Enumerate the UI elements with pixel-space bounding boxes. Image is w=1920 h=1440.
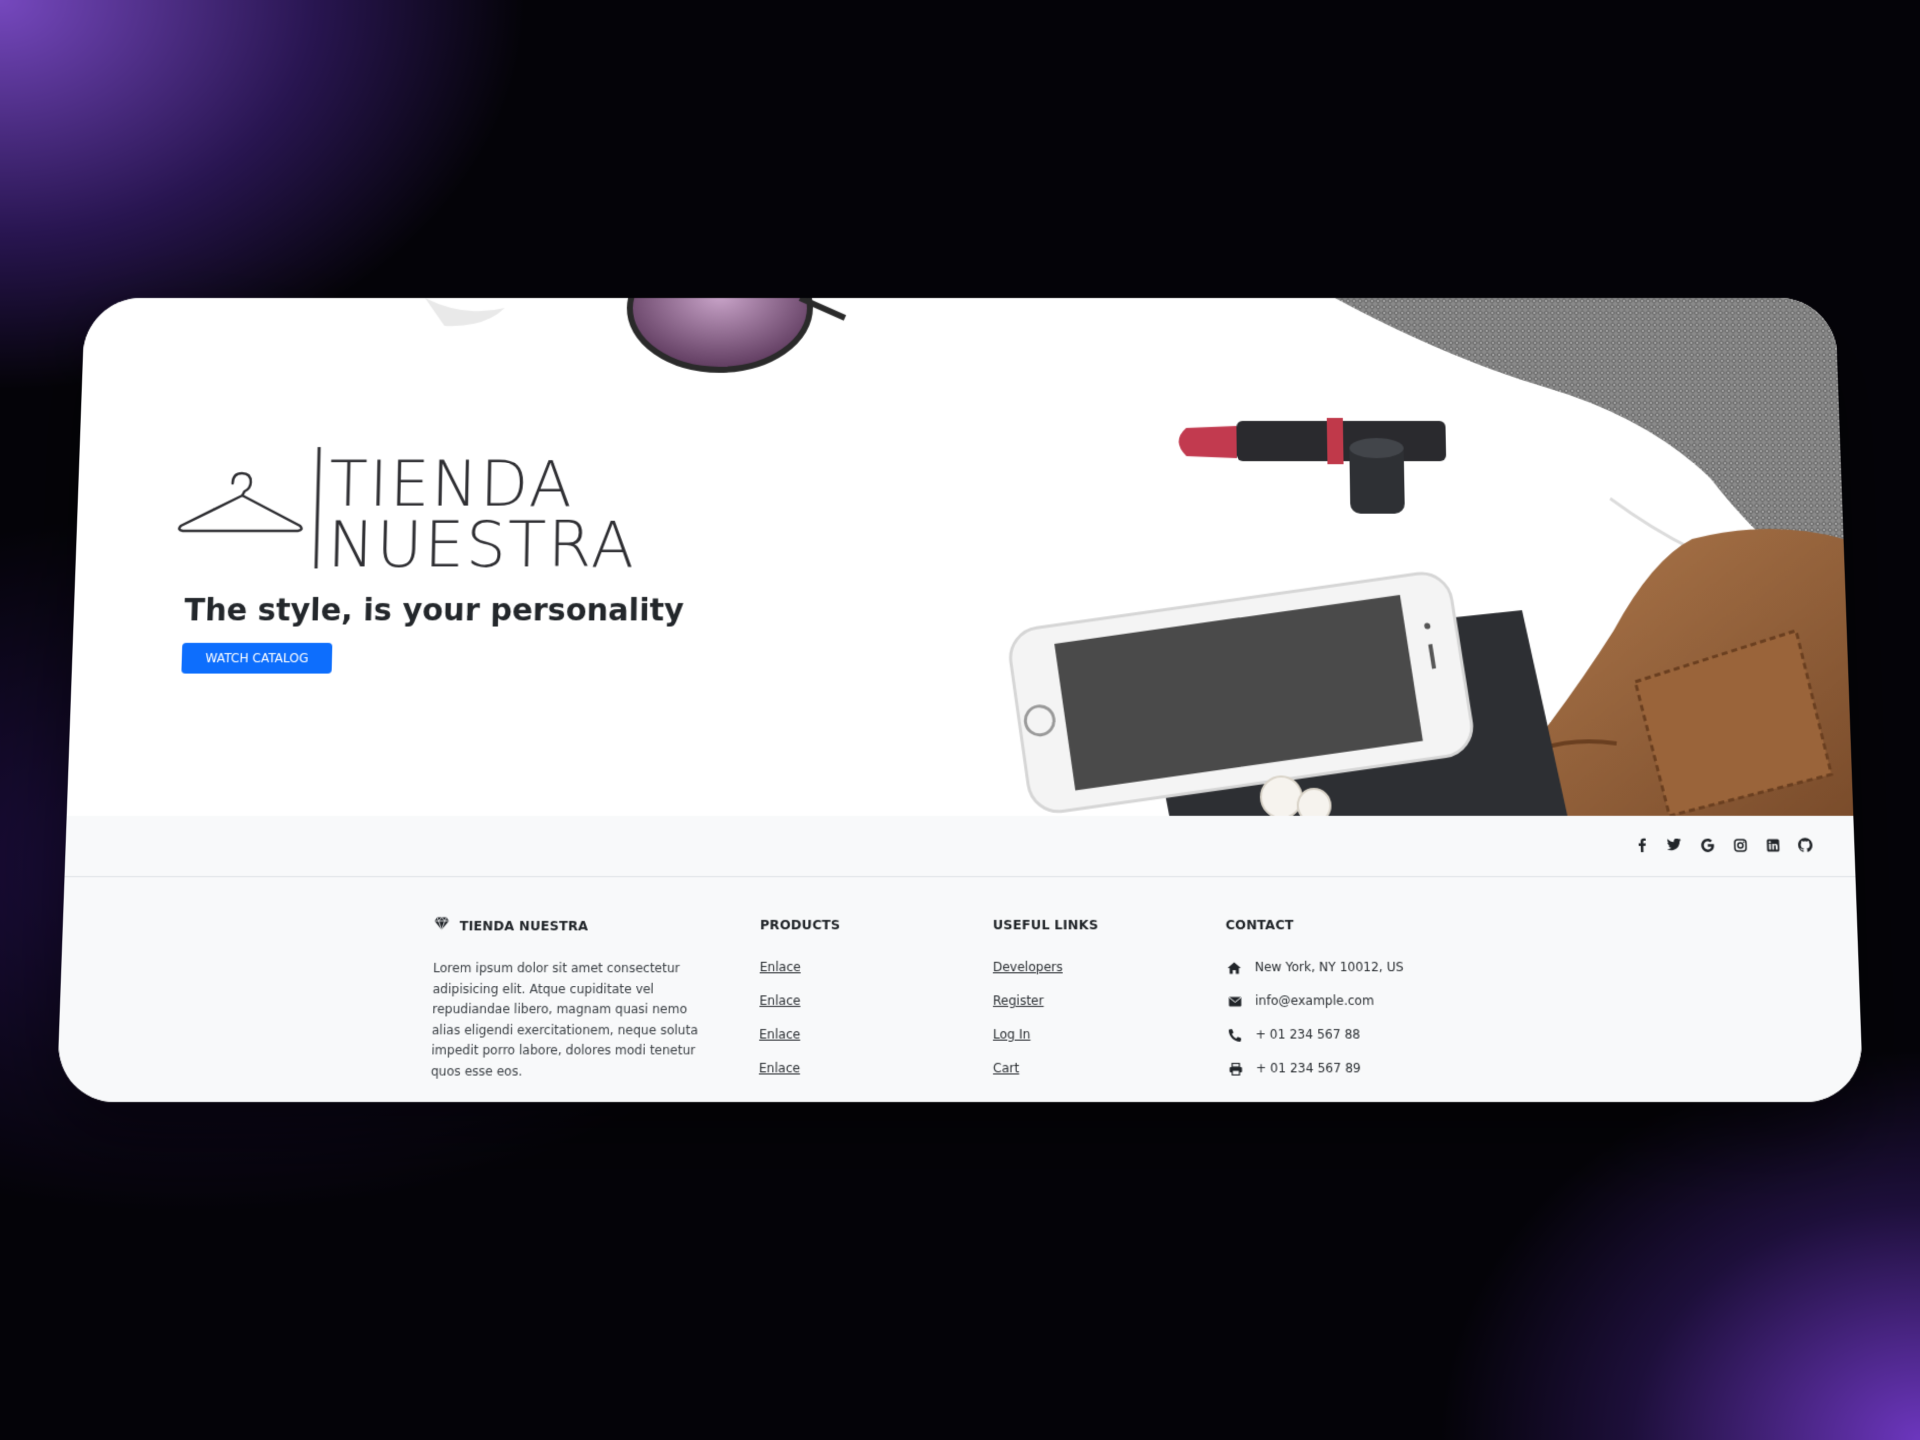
- products-link-1[interactable]: Enlace: [760, 958, 840, 978]
- contact-email: info@example.com: [1226, 991, 1404, 1011]
- footer-brand-heading: TIENDA NUESTRA: [434, 917, 703, 934]
- products-link-2[interactable]: Enlace: [759, 991, 840, 1011]
- cart-link[interactable]: Cart: [993, 1059, 1099, 1079]
- login-link[interactable]: Log In: [993, 1025, 1099, 1045]
- developers-link[interactable]: Developers: [993, 958, 1099, 978]
- github-icon[interactable]: [1797, 837, 1814, 854]
- instagram-icon[interactable]: [1731, 837, 1748, 854]
- twitter-icon[interactable]: [1666, 837, 1683, 854]
- social-icons: [1633, 837, 1813, 854]
- contact-fax-text: + 01 234 567 89: [1255, 1060, 1361, 1076]
- google-icon[interactable]: [1699, 837, 1716, 854]
- footer-useful-links-column: USEFUL LINKS Developers Register Log In …: [993, 917, 1099, 1093]
- hero-tagline: The style, is your personality: [183, 592, 685, 629]
- contact-address: New York, NY 10012, US: [1226, 958, 1404, 978]
- footer-about-text: Lorem ipsum dolor sit amet consectetur a…: [430, 960, 699, 1079]
- products-link-3[interactable]: Enlace: [759, 1025, 840, 1045]
- footer-brand-name: TIENDA NUESTRA: [459, 917, 589, 933]
- envelope-icon: [1226, 996, 1243, 1007]
- social-bar: [64, 815, 1856, 878]
- linkedin-icon[interactable]: [1764, 837, 1781, 854]
- hero-section: TIENDA NUESTRA The style, is your person…: [66, 298, 1854, 816]
- gem-icon: [434, 917, 450, 934]
- site-footer: TIENDA NUESTRA Lorem ipsum dolor sit ame…: [56, 877, 1864, 1103]
- hanger-icon: [179, 473, 303, 531]
- watch-catalog-button[interactable]: WATCH CATALOG: [181, 642, 333, 674]
- contact-address-text: New York, NY 10012, US: [1254, 959, 1404, 975]
- footer-about-column: TIENDA NUESTRA Lorem ipsum dolor sit ame…: [431, 917, 703, 1082]
- website-card: TIENDA NUESTRA The style, is your person…: [56, 298, 1864, 1103]
- products-link-4[interactable]: Enlace: [759, 1059, 840, 1079]
- printer-icon: [1227, 1062, 1244, 1075]
- register-link[interactable]: Register: [993, 991, 1099, 1011]
- contact-phone: + 01 234 567 88: [1227, 1025, 1405, 1045]
- products-heading: PRODUCTS: [759, 916, 841, 933]
- footer-contact-column: CONTACT New York, NY 10012, US info@exam…: [1225, 917, 1405, 1093]
- contact-email-text[interactable]: info@example.com: [1255, 991, 1374, 1011]
- contact-fax: + 01 234 567 89: [1227, 1059, 1406, 1079]
- contact-heading: CONTACT: [1225, 916, 1294, 933]
- contact-phone-text: + 01 234 567 88: [1255, 1026, 1361, 1042]
- useful-links-heading: USEFUL LINKS: [992, 916, 1099, 933]
- home-icon: [1226, 961, 1243, 974]
- phone-icon: [1227, 1028, 1244, 1042]
- brand-logo: TIENDA NUESTRA: [171, 443, 698, 582]
- logo-line-2: NUESTRA: [327, 508, 637, 574]
- facebook-icon[interactable]: [1633, 837, 1650, 854]
- footer-products-column: PRODUCTS Enlace Enlace Enlace Enlace: [759, 916, 841, 1093]
